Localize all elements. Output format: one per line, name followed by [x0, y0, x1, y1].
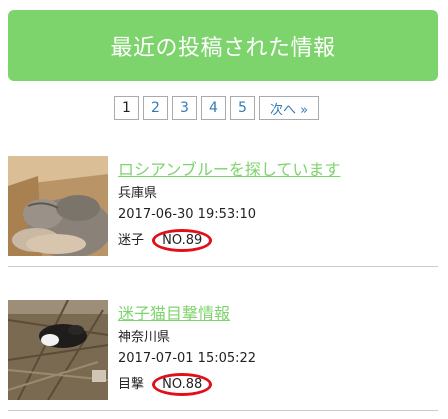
- pagination: 1 2 3 4 5 次へ »: [114, 96, 319, 120]
- page-4-button[interactable]: 4: [201, 96, 226, 120]
- post-datetime: 2017-07-01 15:05:22: [118, 351, 257, 366]
- page-3-button[interactable]: 3: [172, 96, 197, 120]
- page-5-button[interactable]: 5: [230, 96, 255, 120]
- next-page-button[interactable]: 次へ »: [259, 96, 319, 120]
- divider: [8, 266, 438, 267]
- divider: [8, 410, 438, 411]
- header-banner: 最近の投稿された情報: [8, 10, 438, 81]
- post-prefecture: 神奈川県: [118, 330, 171, 345]
- post-title-link[interactable]: 迷子猫目撃情報: [118, 300, 230, 324]
- post-meta: 迷子 NO.89: [118, 229, 213, 252]
- page-title: 最近の投稿された情報: [110, 35, 336, 61]
- post-datetime: 2017-06-30 19:53:10: [118, 207, 257, 222]
- post-category: 目撃: [118, 377, 145, 392]
- page-2-button[interactable]: 2: [143, 96, 168, 120]
- post-meta: 目撃 NO.88: [118, 373, 213, 396]
- post-category: 迷子: [118, 233, 145, 248]
- post-thumbnail[interactable]: [8, 300, 108, 400]
- post-thumbnail[interactable]: [8, 156, 108, 256]
- post-prefecture: 兵庫県: [118, 186, 158, 201]
- post-number-badge: NO.89: [152, 229, 213, 252]
- post-number-badge: NO.88: [152, 373, 213, 396]
- page-1-button[interactable]: 1: [114, 96, 139, 120]
- post-title-link[interactable]: ロシアンブルーを探しています: [118, 156, 340, 180]
